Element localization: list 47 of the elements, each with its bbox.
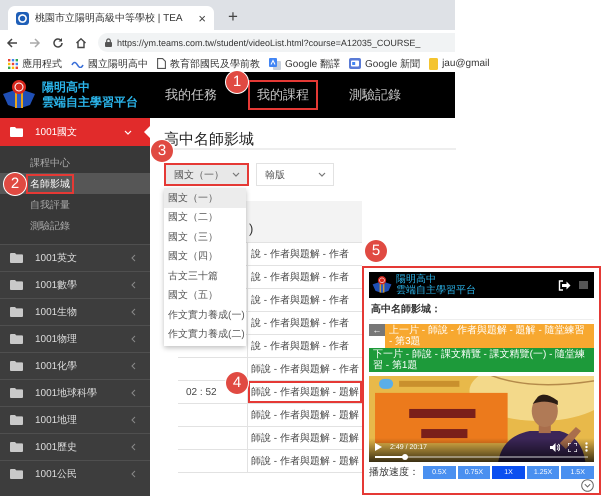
address-field[interactable]: https://ym.teams.com.tw/student/videoList.html?course=A12035_COURSE_ — [98, 33, 455, 52]
dropdown[interactable]: 翰版 — [256, 163, 334, 186]
site-brand: 陽明高中 雲端自主學習平台 — [42, 80, 138, 110]
next-video-button[interactable]: 下一片 - 師說 - 課文精覽 - 課文精覽(一) - 隨堂練習 - 第1題 — [369, 348, 594, 372]
dropdown-option[interactable]: 國文（三） — [164, 227, 246, 246]
speed-label: 播放速度： — [369, 466, 420, 479]
course-item[interactable]: 1001化學 — [0, 352, 150, 379]
course-item[interactable]: 1001英文 — [0, 244, 150, 271]
course-item[interactable]: 1001公民 — [0, 460, 150, 487]
course-item[interactable]: 1001地球科學 — [0, 379, 150, 406]
dropdown[interactable]: 國文（一） — [164, 163, 249, 186]
table-heading: ) — [249, 221, 254, 236]
course-item[interactable]: 1001國文 — [0, 118, 150, 146]
bookmark-link[interactable]: jau@gmail — [429, 58, 490, 70]
bookmark-link[interactable]: Google 翻譯 — [269, 56, 340, 70]
dropdown-option[interactable]: 國文（一） — [164, 188, 246, 208]
bookmark-link[interactable]: 應用程式 — [8, 56, 62, 70]
dropdown-option[interactable]: 作文實力養成(一) — [164, 305, 246, 324]
bookmark-link[interactable]: Google 新聞 — [349, 56, 420, 70]
step-badge: 2 — [4, 172, 26, 194]
nav-link[interactable]: 測驗記錄 — [340, 80, 410, 110]
back-button[interactable]: ← — [369, 324, 385, 336]
course-item[interactable]: 1001數學 — [0, 271, 150, 298]
course-item[interactable]: 1001地理 — [0, 406, 150, 433]
browser-tab[interactable]: 桃園市立陽明高級中等學校 | TEA × — [8, 6, 214, 30]
dropdown-option[interactable]: 國文（五） — [164, 286, 246, 305]
dropdown-option[interactable]: 作文實力養成(二) — [164, 324, 246, 344]
bookmark-link[interactable]: 國立陽明高中 — [71, 56, 148, 70]
step-badge: 1 — [226, 71, 248, 93]
step-badge: 4 — [226, 372, 248, 394]
step-badge: 5 — [365, 240, 387, 262]
close-button[interactable]: × — [198, 12, 206, 24]
sidebar-item[interactable]: 自我評量 — [0, 194, 150, 215]
sidebar-item[interactable]: 測驗記錄 — [0, 215, 150, 236]
bookmark-link[interactable]: 教育部國民及學前教 — [157, 56, 260, 70]
dropdown-option[interactable]: 國文（四） — [164, 246, 246, 266]
table-cell[interactable]: 師說 - 作者與題解 - 題解 — [248, 381, 362, 403]
nav-link[interactable]: 我的任務 — [156, 80, 226, 110]
dropdown-option[interactable]: 古文三十篇 — [164, 266, 246, 286]
course-item[interactable]: 1001生物 — [0, 298, 150, 325]
site-brand: 陽明高中 雲端自主學習平台 — [396, 274, 477, 296]
course-item[interactable]: 1001歷史 — [0, 433, 150, 460]
sidebar-item[interactable]: 課程中心 — [0, 152, 150, 173]
new-tab-button[interactable]: + — [228, 8, 238, 26]
dropdown-option[interactable]: 國文（二） — [164, 208, 246, 227]
course-item[interactable]: 1001物理 — [0, 325, 150, 352]
preview-title: 高中名師影城： — [369, 298, 594, 320]
